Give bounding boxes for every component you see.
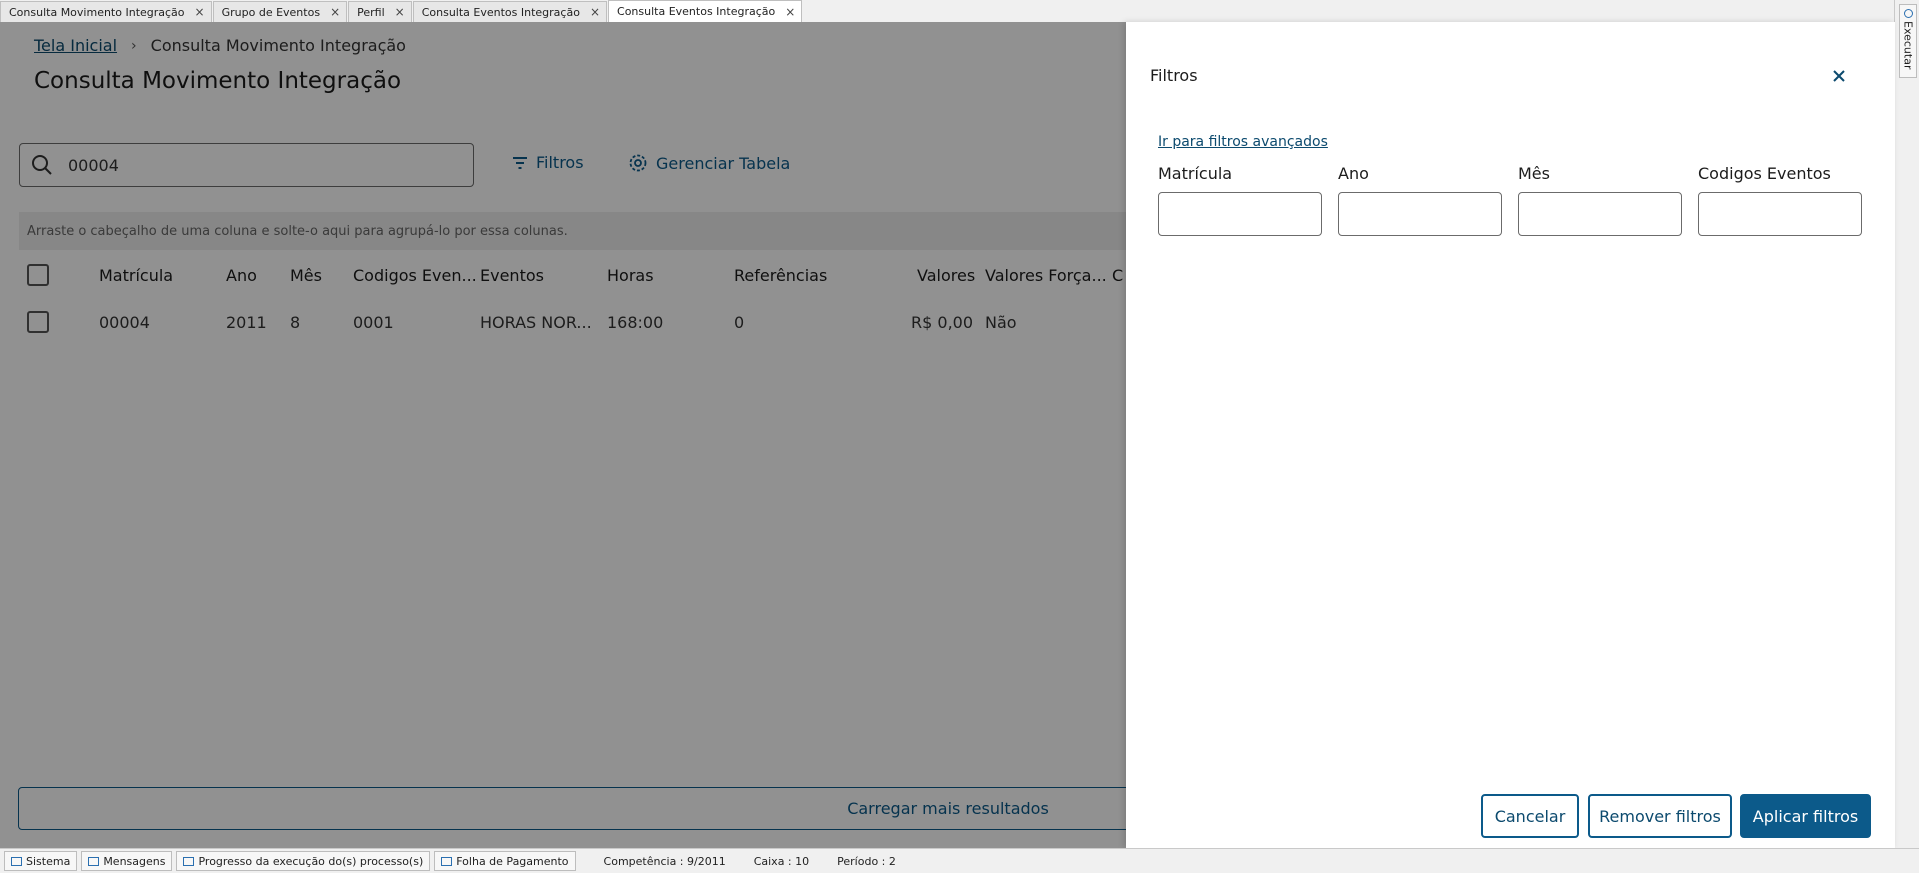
progress-icon bbox=[183, 856, 195, 866]
modal-backdrop[interactable] bbox=[0, 22, 1126, 848]
tab-label: Consulta Eventos Integração bbox=[421, 5, 580, 19]
filters-drawer: Filtros Ir para filtros avançados Matríc… bbox=[1126, 22, 1895, 848]
tab-close-icon[interactable]: × bbox=[785, 5, 795, 19]
side-tab-executar[interactable]: Executar bbox=[1899, 4, 1917, 78]
statusbar-periodo: Período : 2 bbox=[837, 854, 896, 868]
side-panel-strip: Executar bbox=[1894, 0, 1919, 848]
mes-field[interactable] bbox=[1518, 192, 1682, 236]
document-tab-strip: Consulta Movimento Integração × Grupo de … bbox=[0, 0, 1919, 23]
mes-label: Mês bbox=[1518, 164, 1550, 183]
matricula-label: Matrícula bbox=[1158, 164, 1233, 183]
apply-filters-label: Aplicar filtros bbox=[1752, 806, 1859, 826]
side-tab-label: Executar bbox=[1901, 21, 1915, 70]
statusbar-folha[interactable]: Folha de Pagamento bbox=[434, 851, 576, 871]
statusbar-progresso-label: Progresso da execução do(s) processo(s) bbox=[198, 854, 424, 868]
tab-label: Grupo de Eventos bbox=[221, 5, 321, 19]
cancel-button-label: Cancelar bbox=[1494, 806, 1566, 826]
tab-label: Consulta Eventos Integração bbox=[617, 5, 776, 18]
tab-label: Perfil bbox=[357, 5, 385, 19]
tab-perfil[interactable]: Perfil × bbox=[348, 1, 412, 22]
cancel-button[interactable]: Cancelar bbox=[1481, 794, 1579, 838]
status-bar: Sistema Mensagens Progresso da execução … bbox=[0, 848, 1919, 873]
tab-close-icon[interactable]: × bbox=[195, 5, 205, 19]
statusbar-caixa: Caixa : 10 bbox=[753, 854, 810, 868]
statusbar-folha-label: Folha de Pagamento bbox=[456, 854, 569, 868]
matricula-field[interactable] bbox=[1158, 192, 1322, 236]
statusbar-progresso[interactable]: Progresso da execução do(s) processo(s) bbox=[176, 851, 431, 871]
remove-filters-button[interactable]: Remover filtros bbox=[1588, 794, 1732, 838]
tab-consulta-eventos-active[interactable]: Consulta Eventos Integração × bbox=[608, 0, 803, 22]
statusbar-competencia: Competência : 9/2011 bbox=[603, 854, 726, 868]
advanced-filters-link[interactable]: Ir para filtros avançados bbox=[1158, 134, 1328, 150]
tab-close-icon[interactable]: × bbox=[590, 5, 600, 19]
gear-icon bbox=[1903, 9, 1913, 18]
tab-close-icon[interactable]: × bbox=[330, 5, 340, 19]
tab-grupo-eventos[interactable]: Grupo de Eventos × bbox=[212, 1, 348, 22]
remove-filters-label: Remover filtros bbox=[1599, 806, 1721, 826]
document-icon bbox=[441, 856, 453, 866]
apply-filters-button[interactable]: Aplicar filtros bbox=[1740, 794, 1871, 838]
statusbar-mensagens-label: Mensagens bbox=[103, 854, 166, 868]
statusbar-mensagens[interactable]: Mensagens bbox=[81, 851, 173, 871]
close-icon[interactable] bbox=[1829, 66, 1849, 86]
tab-consulta-eventos[interactable]: Consulta Eventos Integração × bbox=[412, 1, 608, 22]
tab-label: Consulta Movimento Integração bbox=[9, 5, 185, 19]
ano-field[interactable] bbox=[1338, 192, 1502, 236]
drawer-title: Filtros bbox=[1150, 66, 1198, 85]
codigos-eventos-field[interactable] bbox=[1698, 192, 1862, 236]
tab-consulta-movimento[interactable]: Consulta Movimento Integração × bbox=[0, 1, 212, 22]
codigos-eventos-label: Codigos Eventos bbox=[1698, 164, 1831, 183]
ano-label: Ano bbox=[1338, 164, 1369, 183]
message-icon bbox=[88, 856, 100, 866]
statusbar-sistema-label: Sistema bbox=[26, 854, 71, 868]
statusbar-sistema[interactable]: Sistema bbox=[4, 851, 78, 871]
tab-close-icon[interactable]: × bbox=[395, 5, 405, 19]
monitor-icon bbox=[11, 856, 22, 866]
